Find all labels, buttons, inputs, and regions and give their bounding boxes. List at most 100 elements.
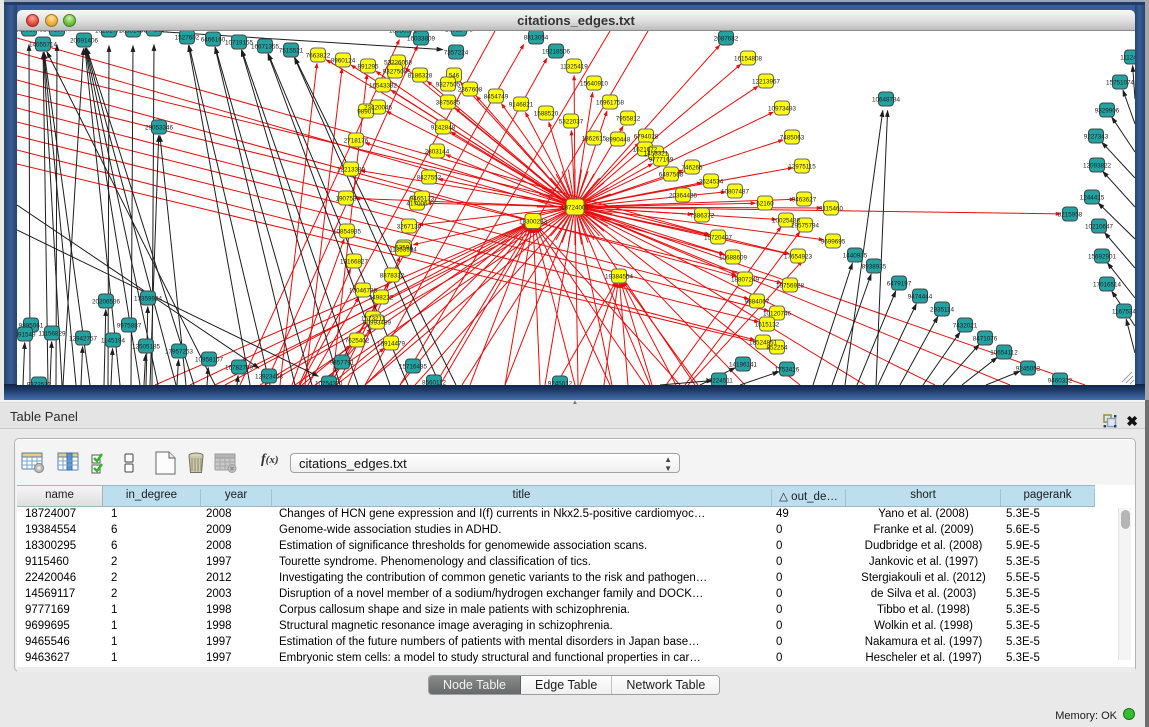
svg-text:3267130: 3267130 bbox=[397, 224, 422, 231]
svg-text:2803144: 2803144 bbox=[425, 149, 450, 156]
svg-text:18807249: 18807249 bbox=[731, 277, 760, 284]
svg-text:20691406: 20691406 bbox=[70, 38, 99, 45]
svg-text:17957253: 17957253 bbox=[165, 349, 194, 356]
svg-text:14196141: 14196141 bbox=[729, 362, 758, 369]
svg-text:7485063: 7485063 bbox=[780, 135, 805, 142]
svg-text:3875685: 3875685 bbox=[436, 100, 461, 107]
svg-text:11353594: 11353594 bbox=[389, 247, 417, 254]
svg-text:3498222: 3498222 bbox=[369, 295, 394, 302]
svg-text:16782759: 16782759 bbox=[225, 365, 254, 372]
svg-text:17654923: 17654923 bbox=[784, 254, 813, 261]
svg-text:16961758: 16961758 bbox=[596, 100, 625, 107]
svg-text:8454749: 8454749 bbox=[484, 94, 509, 101]
svg-text:9857791: 9857791 bbox=[330, 360, 355, 367]
svg-text:9115460: 9115460 bbox=[819, 206, 844, 213]
svg-text:1588520: 1588520 bbox=[534, 111, 559, 118]
svg-text:1440935: 1440935 bbox=[843, 253, 868, 260]
svg-text:16821405: 16821405 bbox=[445, 31, 474, 34]
svg-text:7625402: 7625402 bbox=[345, 338, 370, 345]
svg-text:1615132: 1615132 bbox=[755, 322, 780, 329]
svg-text:2087682: 2087682 bbox=[714, 36, 739, 43]
svg-text:18724007: 18724007 bbox=[561, 205, 590, 212]
svg-text:1527602: 1527602 bbox=[175, 35, 200, 42]
svg-text:15716485: 15716485 bbox=[399, 364, 428, 371]
svg-text:7432021: 7432021 bbox=[953, 323, 978, 330]
svg-text:12975115: 12975115 bbox=[788, 164, 816, 171]
svg-text:8990448: 8990448 bbox=[606, 137, 631, 144]
svg-text:1167534: 1167534 bbox=[1112, 309, 1135, 316]
svg-text:10224511: 10224511 bbox=[705, 378, 733, 385]
svg-text:98901: 98901 bbox=[357, 109, 375, 116]
svg-text:891295: 891295 bbox=[357, 64, 379, 71]
svg-text:10854935: 10854935 bbox=[333, 229, 362, 236]
svg-text:9975887: 9975887 bbox=[117, 323, 142, 330]
svg-text:19351343: 19351343 bbox=[17, 31, 43, 34]
svg-text:9242848: 9242848 bbox=[431, 125, 456, 132]
svg-text:16671355: 16671355 bbox=[251, 44, 280, 51]
svg-text:1753426: 1753426 bbox=[775, 367, 800, 374]
svg-text:12093822: 12093822 bbox=[1083, 163, 1112, 170]
svg-text:60993489: 60993489 bbox=[363, 320, 392, 327]
svg-text:19166827: 19166827 bbox=[340, 259, 369, 266]
svg-text:9884067: 9884067 bbox=[745, 299, 770, 306]
svg-text:9895061: 9895061 bbox=[19, 323, 44, 330]
svg-text:10719155: 10719155 bbox=[225, 40, 254, 47]
svg-text:14055714: 14055714 bbox=[29, 42, 58, 49]
svg-text:2718176: 2718176 bbox=[344, 138, 369, 145]
svg-text:11156829: 11156829 bbox=[38, 331, 66, 338]
svg-text:8215958: 8215958 bbox=[1058, 212, 1083, 219]
svg-text:3624534: 3624534 bbox=[699, 179, 724, 186]
svg-text:15751074: 15751074 bbox=[1106, 80, 1135, 87]
svg-text:12923468: 12923468 bbox=[255, 374, 284, 381]
svg-text:8878332: 8878332 bbox=[380, 273, 405, 280]
svg-text:7955812: 7955812 bbox=[616, 116, 641, 123]
svg-text:16914479: 16914479 bbox=[377, 341, 406, 348]
svg-text:9465123: 9465123 bbox=[410, 196, 435, 203]
svg-text:8186328: 8186328 bbox=[408, 73, 433, 80]
svg-text:12942757: 12942757 bbox=[69, 336, 98, 343]
svg-text:18030972: 18030972 bbox=[389, 31, 418, 35]
svg-text:9227343: 9227343 bbox=[1084, 134, 1109, 141]
svg-text:10120746: 10120746 bbox=[763, 311, 792, 318]
svg-text:9327508: 9327508 bbox=[383, 69, 408, 76]
svg-text:9474444: 9474444 bbox=[908, 294, 933, 301]
svg-text:17016514: 17016514 bbox=[1093, 282, 1122, 289]
svg-text:6497568: 6497568 bbox=[659, 172, 684, 179]
svg-text:9463627: 9463627 bbox=[792, 197, 817, 204]
svg-text:12505185: 12505185 bbox=[132, 344, 161, 351]
svg-text:20364436: 20364436 bbox=[669, 193, 698, 200]
svg-text:10688609: 10688609 bbox=[719, 255, 748, 262]
svg-text:7357224: 7357224 bbox=[444, 50, 469, 57]
svg-text:9777169: 9777169 bbox=[649, 157, 674, 164]
svg-text:391549: 391549 bbox=[17, 332, 36, 339]
svg-text:10648784: 10648784 bbox=[872, 97, 901, 104]
svg-text:10807487: 10807487 bbox=[721, 189, 750, 196]
svg-text:12213967: 12213967 bbox=[752, 79, 781, 86]
svg-text:6794028: 6794028 bbox=[634, 134, 659, 141]
svg-text:6466160: 6466160 bbox=[201, 37, 226, 44]
svg-text:19384554: 19384554 bbox=[605, 274, 634, 281]
svg-text:1362615: 1362615 bbox=[582, 136, 607, 143]
svg-text:10210647: 10210647 bbox=[1085, 224, 1114, 231]
svg-text:1112405: 1112405 bbox=[1120, 55, 1135, 62]
svg-text:10958107: 10958107 bbox=[195, 357, 224, 364]
svg-text:19756928: 19756928 bbox=[776, 283, 805, 290]
svg-text:17359924: 17359924 bbox=[134, 296, 163, 303]
svg-text:8938935: 8938935 bbox=[862, 264, 887, 271]
svg-text:12441234: 12441234 bbox=[140, 31, 169, 34]
svg-text:6479197: 6479197 bbox=[887, 281, 912, 288]
svg-text:9460332: 9460332 bbox=[1048, 378, 1073, 385]
svg-text:9245012: 9245012 bbox=[548, 381, 573, 386]
svg-text:16154808: 16154808 bbox=[734, 56, 763, 63]
svg-text:19218506: 19218506 bbox=[542, 49, 571, 56]
svg-text:5322037: 5322037 bbox=[559, 119, 584, 126]
svg-text:15720407: 15720407 bbox=[704, 235, 733, 242]
svg-text:8960124: 8960124 bbox=[331, 58, 356, 65]
svg-text:19575794: 19575794 bbox=[791, 223, 820, 230]
svg-text:29053346: 29053346 bbox=[145, 125, 174, 132]
svg-text:8560112: 8560112 bbox=[422, 380, 447, 386]
svg-text:10754321: 10754321 bbox=[315, 381, 344, 386]
svg-text:10973493: 10973493 bbox=[768, 106, 797, 113]
svg-text:18300293: 18300293 bbox=[519, 219, 548, 226]
svg-text:1244415: 1244415 bbox=[1080, 195, 1105, 202]
